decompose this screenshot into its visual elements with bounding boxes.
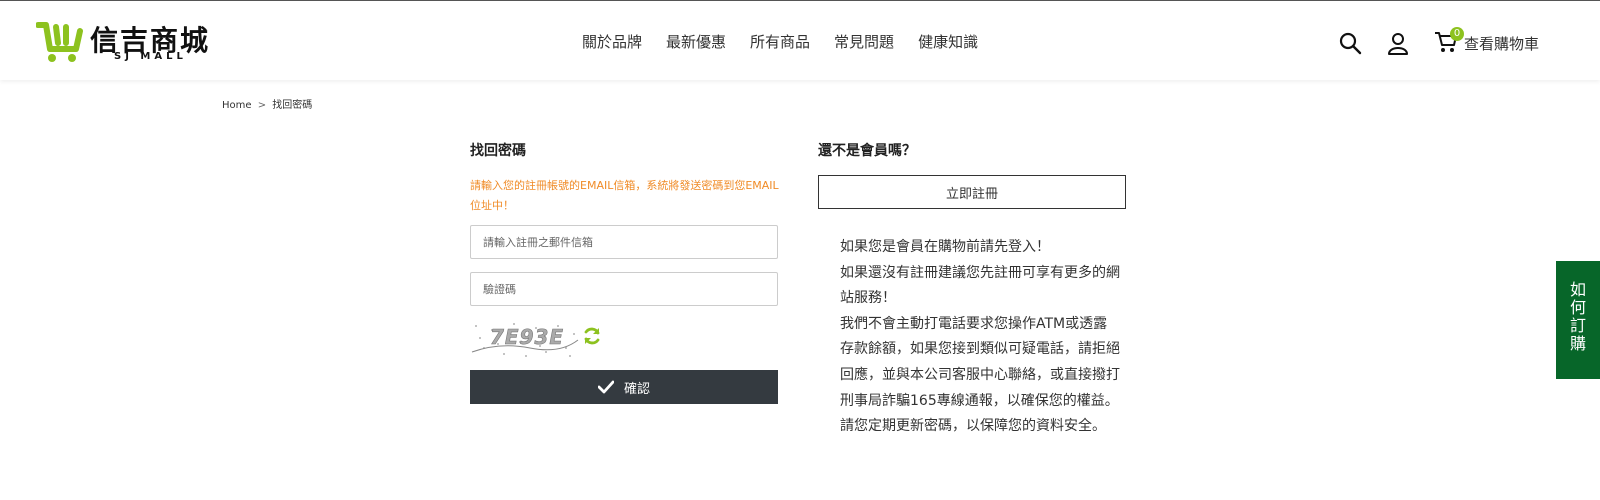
email-field[interactable]	[470, 225, 778, 259]
cart-count-badge: 0	[1450, 27, 1464, 41]
confirm-button-label: 確認	[623, 381, 650, 397]
recover-hint: 請輸入您的註冊帳號的EMAIL信箱，系統將發送密碼到您EMAIL位址中！	[470, 179, 779, 212]
refresh-captcha-icon[interactable]	[582, 326, 602, 346]
logo-cart-icon	[36, 22, 83, 62]
breadcrumb-current: 找回密碼	[272, 100, 313, 111]
not-member-title: 還不是會員嗎？	[818, 143, 916, 159]
captcha-code: 7E93E	[490, 325, 564, 349]
captcha-field[interactable]	[470, 272, 778, 306]
nav-item-products[interactable]: 所有商品	[750, 31, 810, 52]
how-to-order-tab[interactable]: 如何訂購	[1556, 261, 1600, 379]
captcha-image: 7E93E	[470, 318, 580, 360]
nav-item-offers[interactable]: 最新優惠	[666, 31, 726, 52]
how-to-order-label: 如何訂購	[1570, 280, 1587, 353]
nav-item-about[interactable]: 關於品牌	[582, 31, 642, 52]
view-cart-button[interactable]: 0 查看購物車	[1434, 27, 1546, 55]
brand-subtitle: SJ MALL	[114, 51, 187, 62]
member-notes: 如果您是會員在購物前請先登入！ 如果還沒有註冊建議您先註冊可享有更多的網站服務！…	[840, 235, 1120, 440]
check-icon	[597, 380, 614, 394]
search-icon[interactable]	[1338, 31, 1362, 55]
cart-label: 查看購物車	[1464, 35, 1540, 53]
site-header: 信吉商城 SJ MALL 關於品牌 最新優惠 所有商品 常見問題 健康知識 0 …	[0, 0, 1600, 80]
nav-item-health[interactable]: 健康知識	[918, 31, 978, 52]
confirm-button[interactable]: 確認	[470, 370, 778, 404]
breadcrumb: Home > 找回密碼	[222, 96, 312, 111]
breadcrumb-home[interactable]: Home	[222, 100, 252, 111]
recover-password-title: 找回密碼	[470, 143, 526, 159]
register-button[interactable]: 立即註冊	[818, 175, 1126, 209]
nav-item-faq[interactable]: 常見問題	[834, 31, 894, 52]
main-nav: 關於品牌 最新優惠 所有商品 常見問題 健康知識	[582, 31, 978, 52]
logo[interactable]: 信吉商城 SJ MALL	[36, 17, 216, 65]
note-fraud-warning: 我們不會主動打電話要求您操作ATM或透露存款餘額，如果您接到類似可疑電話，請拒絕…	[840, 315, 1120, 409]
user-icon[interactable]	[1386, 31, 1410, 55]
note-login: 如果您是會員在購物前請先登入！	[840, 239, 1050, 255]
breadcrumb-separator: >	[257, 100, 267, 111]
note-update-password: 請您定期更新密碼，以保障您的資料安全。	[840, 418, 1106, 435]
note-register: 如果還沒有註冊建議您先註冊可享有更多的網站服務！	[840, 264, 1120, 307]
